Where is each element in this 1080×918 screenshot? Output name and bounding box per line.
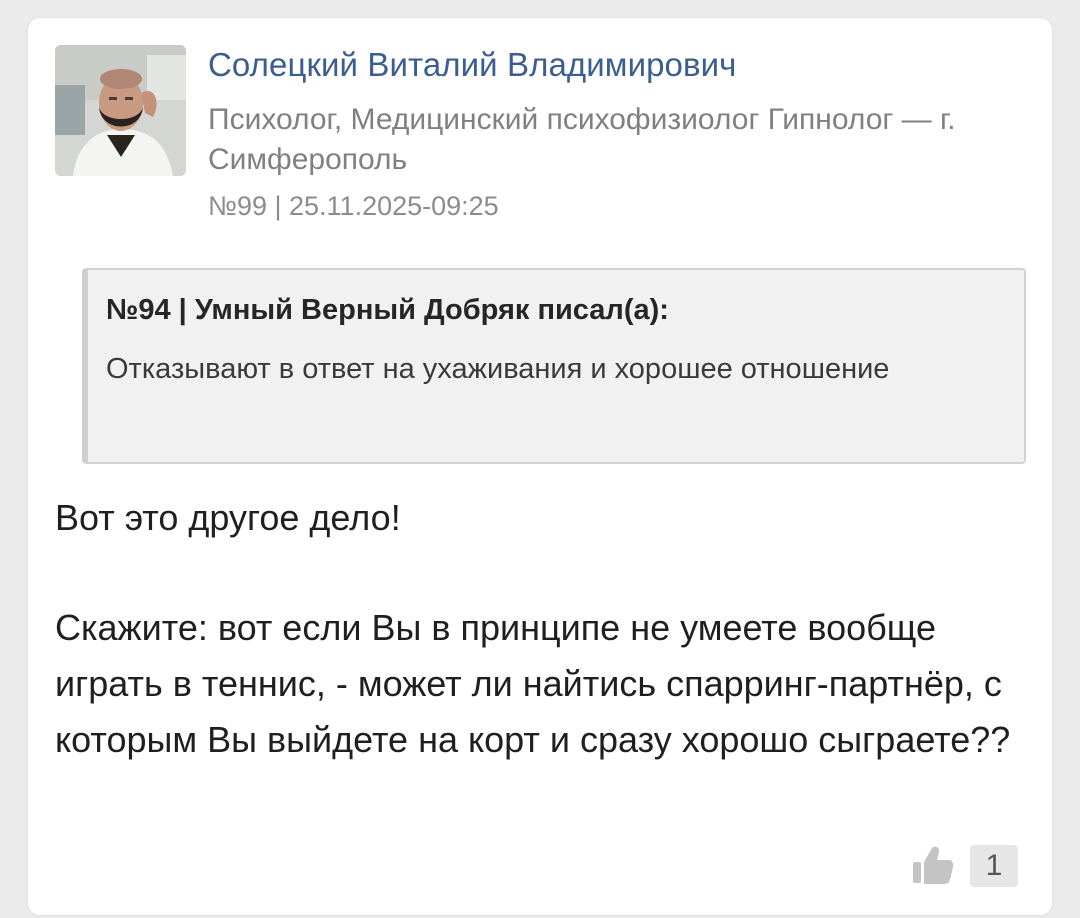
post-meta: №99 | 25.11.2025-09:25 xyxy=(208,191,499,221)
post-paragraph: Вот это другое дело! xyxy=(55,497,401,538)
author-name[interactable]: Солецкий Виталий Владимирович xyxy=(208,46,736,84)
post-body: Вот это другое дело! Скажите: вот если В… xyxy=(55,490,1015,768)
post-card: Солецкий Виталий Владимирович Психолог, … xyxy=(28,18,1052,915)
like-button[interactable] xyxy=(910,843,954,887)
avatar-photo xyxy=(55,45,186,176)
post-paragraph: Скажите: вот если Вы в принципе не умеет… xyxy=(55,607,1011,760)
quote-header[interactable]: №94 | Умный Верный Добряк писал(а): xyxy=(106,294,669,327)
quote-block: №94 | Умный Верный Добряк писал(а): Отка… xyxy=(82,268,1026,464)
quote-text: Отказывают в ответ на ухаживания и хорош… xyxy=(106,353,890,385)
like-count: 1 xyxy=(970,845,1018,887)
avatar[interactable] xyxy=(55,45,186,176)
thumbs-up-icon xyxy=(913,846,954,884)
author-title: Психолог, Медицинский психофизиолог Гипн… xyxy=(208,103,956,176)
